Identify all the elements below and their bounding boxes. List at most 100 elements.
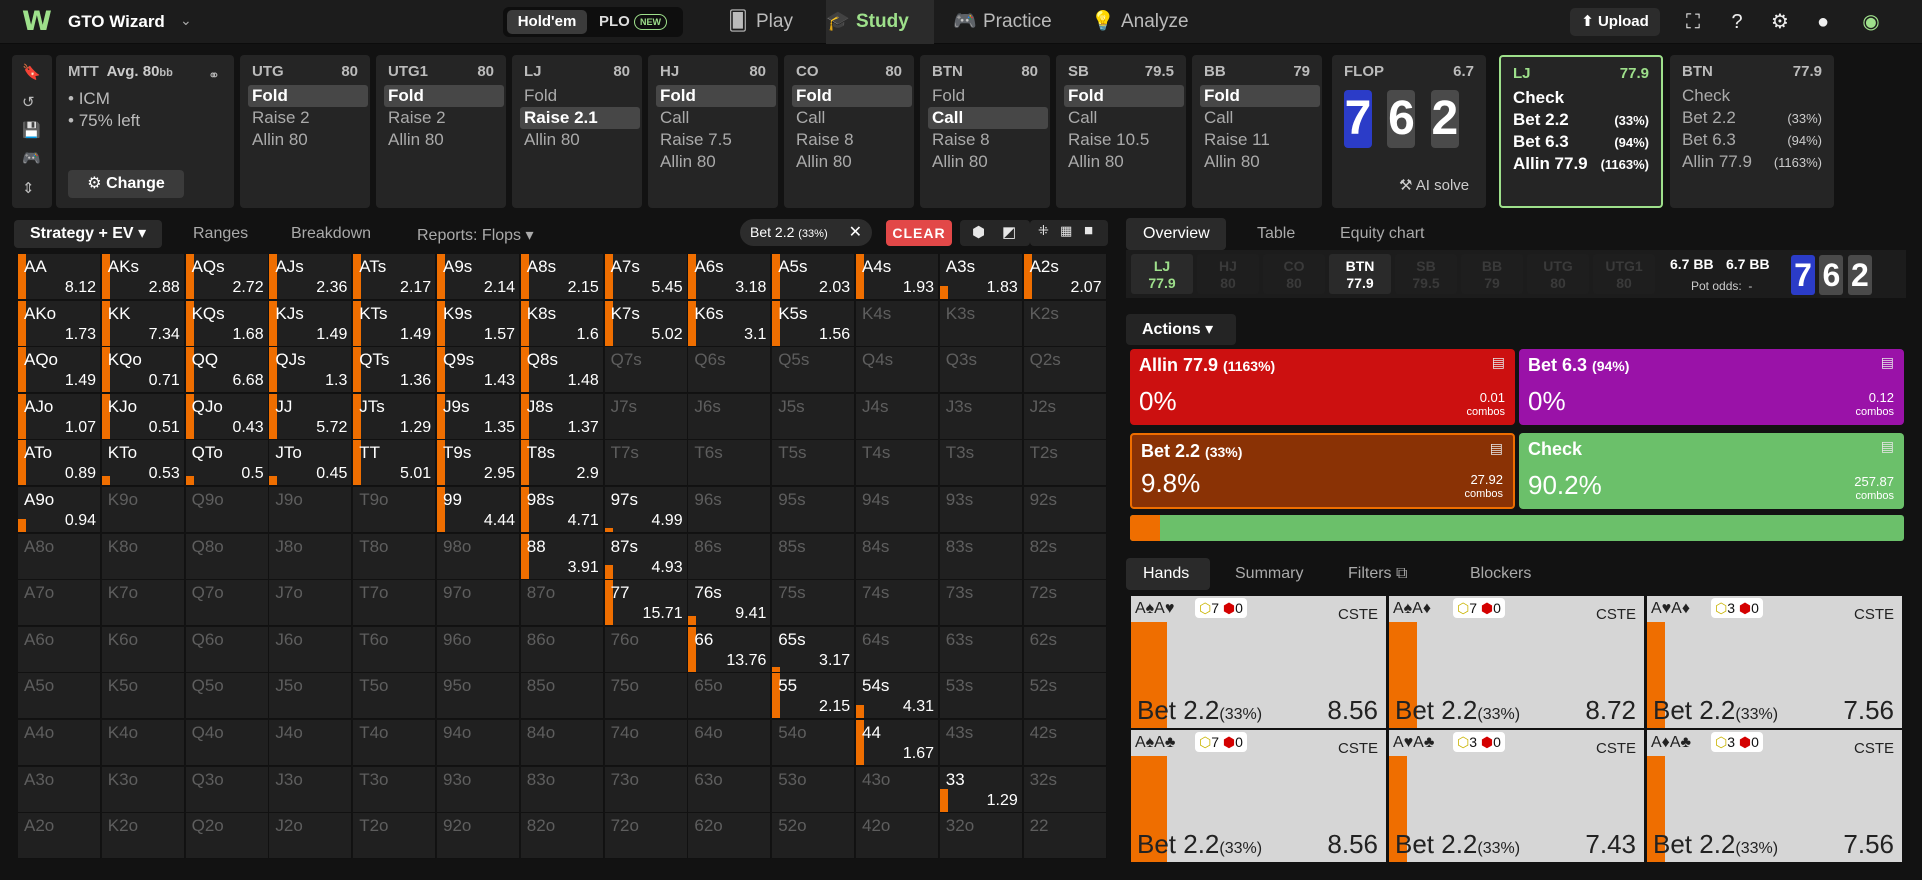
hand-cell-J4o[interactable]: J4o bbox=[269, 720, 353, 766]
hand-cell-KJs[interactable]: KJs 1.49 bbox=[269, 300, 353, 347]
position-card-hj[interactable]: HJ 80 Fold Call Raise 7.5 Allin 80 bbox=[648, 55, 778, 208]
position-action[interactable]: Call bbox=[1064, 107, 1184, 129]
nav-tab-play[interactable]: 🂠 Play bbox=[726, 0, 824, 44]
hand-cell-55[interactable]: 55 2.15 bbox=[772, 673, 856, 720]
hand-cell-97s[interactable]: 97s 4.99 bbox=[604, 487, 688, 533]
hand-cell-A8s[interactable]: A8s 2.15 bbox=[520, 254, 604, 300]
nav-tab-practice[interactable]: 🎮 Practice bbox=[953, 0, 1083, 44]
hand-cell-96s[interactable]: 96s bbox=[688, 487, 772, 533]
wizard-coin-icon[interactable]: ◉ bbox=[1858, 9, 1884, 35]
position-card-utg[interactable]: UTG 80 Fold Raise 2 Allin 80 bbox=[240, 55, 370, 208]
hand-cell-K8s[interactable]: K8s 1.6 bbox=[520, 300, 604, 347]
seat-btn[interactable]: BTN 77.9 bbox=[1329, 254, 1391, 294]
hand-cell-QJo[interactable]: QJo 0.43 bbox=[185, 393, 269, 440]
hand-cell-72o[interactable]: 72o bbox=[604, 813, 688, 860]
hand-cell-87s[interactable]: 87s 4.93 bbox=[604, 533, 688, 580]
hand-cell-Q2o[interactable]: Q2o bbox=[185, 813, 269, 860]
hand-cell-KTs[interactable]: KTs 1.49 bbox=[353, 300, 437, 347]
hand-cell-K6o[interactable]: K6o bbox=[101, 626, 185, 673]
hand-cell-62s[interactable]: 62s bbox=[1023, 626, 1107, 673]
hand-cell-98s[interactable]: 98s 4.71 bbox=[520, 487, 604, 533]
nav-tab-study[interactable]: 🎓 Study bbox=[826, 0, 934, 44]
seat-utg1[interactable]: UTG1 80 bbox=[1593, 254, 1655, 294]
hand-cell-64o[interactable]: 64o bbox=[688, 720, 772, 766]
hand-combo-card[interactable]: A♥A♦ ⬡3 ⬢0 CSTE Bet 2.2(33%) 7.56 bbox=[1647, 596, 1902, 728]
hand-cell-T2o[interactable]: T2o bbox=[353, 813, 437, 860]
hand-cell-94o[interactable]: 94o bbox=[437, 720, 520, 766]
position-action[interactable]: Fold bbox=[792, 85, 912, 107]
action-box-0[interactable]: Allin 77.9 (1163%) 0% 0.01 combos ▤ bbox=[1130, 349, 1515, 425]
hand-cell-J6s[interactable]: J6s bbox=[688, 393, 772, 440]
hand-cell-KQo[interactable]: KQo 0.71 bbox=[101, 347, 185, 394]
hand-cell-K4o[interactable]: K4o bbox=[101, 720, 185, 766]
hand-cell-T5o[interactable]: T5o bbox=[353, 673, 437, 720]
hand-cell-J9o[interactable]: J9o bbox=[269, 487, 353, 533]
hand-cell-96o[interactable]: 96o bbox=[437, 626, 520, 673]
reports-dropdown[interactable]: Reports: Flops ▾ bbox=[417, 225, 534, 245]
hand-cell-KTo[interactable]: KTo 0.53 bbox=[101, 440, 185, 487]
hand-cell-A6o[interactable]: A6o bbox=[18, 626, 101, 673]
link-icon[interactable]: ⚭ bbox=[208, 67, 220, 84]
hand-cell-T6s[interactable]: T6s bbox=[688, 440, 772, 487]
hand-cell-T8s[interactable]: T8s 2.9 bbox=[520, 440, 604, 487]
hand-cell-Q9o[interactable]: Q9o bbox=[185, 487, 269, 533]
hand-cell-92s[interactable]: 92s bbox=[1023, 487, 1107, 533]
hand-cell-A7s[interactable]: A7s 5.45 bbox=[604, 254, 688, 300]
hand-cell-92o[interactable]: 92o bbox=[437, 813, 520, 860]
app-name[interactable]: GTO Wizard bbox=[68, 12, 165, 32]
details-icon[interactable]: ▤ bbox=[1490, 440, 1503, 457]
seat-co[interactable]: CO 80 bbox=[1263, 254, 1325, 294]
position-action[interactable]: Call bbox=[656, 107, 776, 129]
hand-cell-J3o[interactable]: J3o bbox=[269, 766, 353, 813]
hand-cell-84o[interactable]: 84o bbox=[520, 720, 604, 766]
clear-button[interactable]: CLEAR bbox=[886, 220, 952, 246]
hand-cell-73o[interactable]: 73o bbox=[604, 766, 688, 813]
hand-cell-A7o[interactable]: A7o bbox=[18, 580, 101, 627]
hand-cell-TT[interactable]: TT 5.01 bbox=[353, 440, 437, 487]
hand-cell-85o[interactable]: 85o bbox=[520, 673, 604, 720]
hand-cell-66[interactable]: 66 13.76 bbox=[688, 626, 772, 673]
hand-cell-K2o[interactable]: K2o bbox=[101, 813, 185, 860]
nav-tab-analyze[interactable]: 💡 Analyze bbox=[1091, 0, 1211, 44]
hand-cell-A5o[interactable]: A5o bbox=[18, 673, 101, 720]
tab-hands[interactable]: Hands bbox=[1126, 558, 1210, 590]
position-action[interactable]: Raise 8 bbox=[928, 129, 1048, 151]
hand-cell-AKs[interactable]: AKs 2.88 bbox=[101, 254, 185, 300]
hand-cell-J8s[interactable]: J8s 1.37 bbox=[520, 393, 604, 440]
hand-cell-82o[interactable]: 82o bbox=[520, 813, 604, 860]
hand-cell-54s[interactable]: 54s 4.31 bbox=[856, 673, 939, 720]
hand-cell-T7s[interactable]: T7s bbox=[604, 440, 688, 487]
hand-cell-J7s[interactable]: J7s bbox=[604, 393, 688, 440]
hand-cell-77[interactable]: 77 15.71 bbox=[604, 580, 688, 627]
seat-bb[interactable]: BB 79 bbox=[1461, 254, 1523, 294]
position-action[interactable]: Allin 80 bbox=[1200, 151, 1320, 173]
position-action[interactable]: Raise 2.1 bbox=[520, 107, 640, 129]
hand-cell-42s[interactable]: 42s bbox=[1023, 720, 1107, 766]
hand-cell-AQo[interactable]: AQo 1.49 bbox=[18, 347, 101, 394]
position-action[interactable]: Fold bbox=[248, 85, 368, 107]
hand-cell-86o[interactable]: 86o bbox=[520, 626, 604, 673]
hand-cell-J4s[interactable]: J4s bbox=[856, 393, 939, 440]
change-button[interactable]: ⚙ Change bbox=[68, 170, 184, 198]
position-card-sb[interactable]: SB 79.5 Fold Call Raise 10.5 Allin 80 bbox=[1056, 55, 1186, 208]
hand-cell-AKo[interactable]: AKo 1.73 bbox=[18, 300, 101, 347]
hand-cell-T3o[interactable]: T3o bbox=[353, 766, 437, 813]
hand-cell-J2o[interactable]: J2o bbox=[269, 813, 353, 860]
position-action[interactable]: Allin 80 bbox=[656, 151, 776, 173]
position-action[interactable]: Fold bbox=[1064, 85, 1184, 107]
hand-cell-T6o[interactable]: T6o bbox=[353, 626, 437, 673]
hand-cell-QTo[interactable]: QTo 0.5 bbox=[185, 440, 269, 487]
position-action[interactable]: Fold bbox=[928, 85, 1048, 107]
hand-cell-A4o[interactable]: A4o bbox=[18, 720, 101, 766]
tab-breakdown[interactable]: Breakdown bbox=[291, 225, 371, 243]
hand-cell-J9s[interactable]: J9s 1.35 bbox=[437, 393, 520, 440]
filter-chip[interactable]: Bet 2.2 (33%) ✕ bbox=[740, 219, 872, 246]
hand-cell-J7o[interactable]: J7o bbox=[269, 580, 353, 627]
hand-cell-Q4o[interactable]: Q4o bbox=[185, 720, 269, 766]
hand-cell-93s[interactable]: 93s bbox=[939, 487, 1023, 533]
hand-cell-T5s[interactable]: T5s bbox=[772, 440, 856, 487]
hand-cell-K2s[interactable]: K2s bbox=[1023, 300, 1107, 347]
hand-cell-Q9s[interactable]: Q9s 1.43 bbox=[437, 347, 520, 394]
square-icon[interactable]: ■ bbox=[1084, 222, 1093, 239]
hand-combo-card[interactable]: A♥A♣ ⬡3 ⬢0 CSTE Bet 2.2(33%) 7.43 bbox=[1389, 730, 1644, 862]
